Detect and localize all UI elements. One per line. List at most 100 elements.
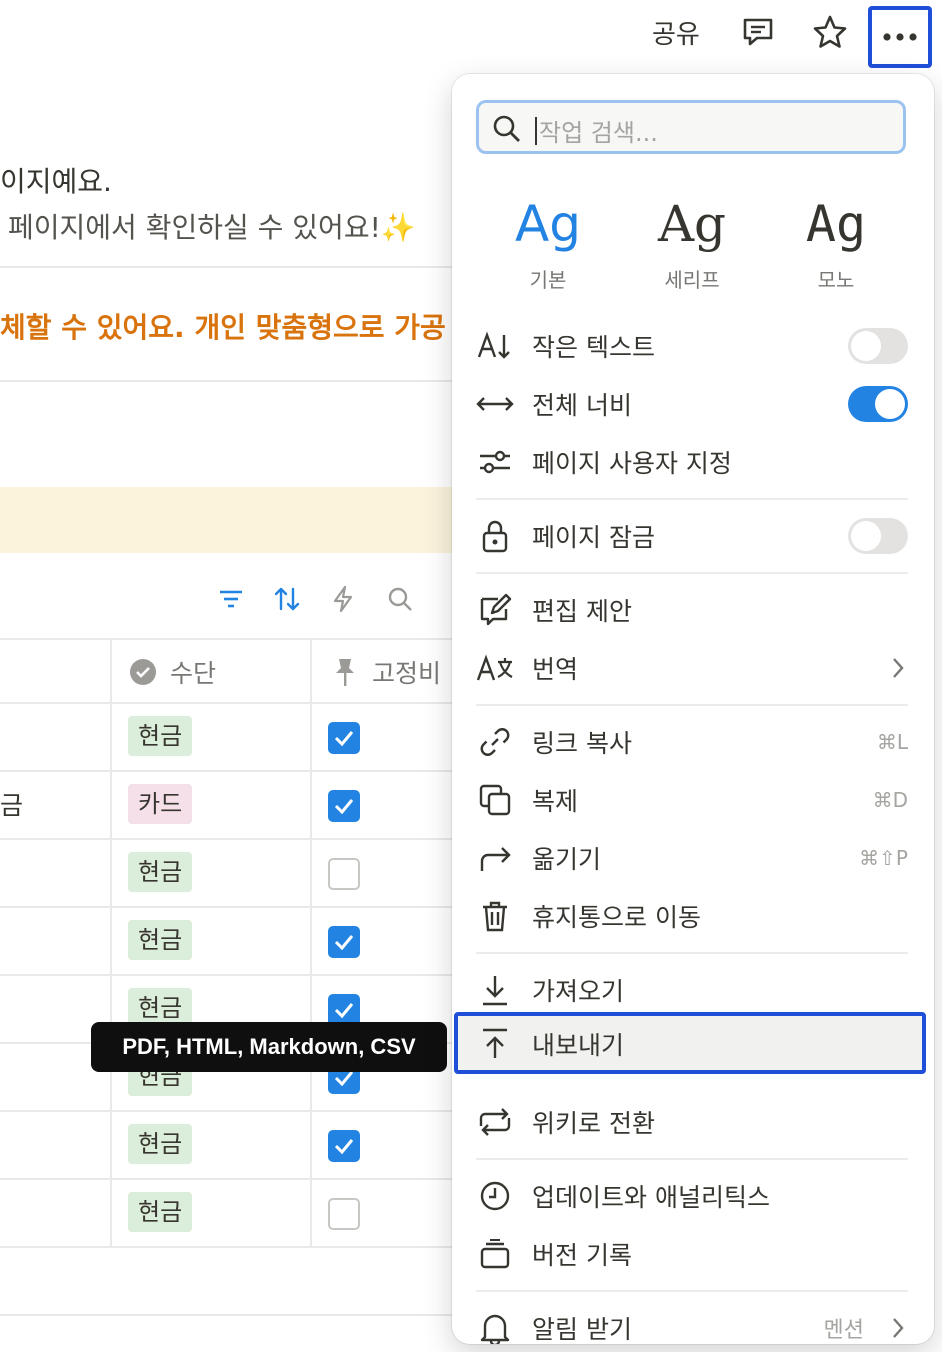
menu-divider [476,704,908,706]
clock-icon [476,1177,514,1215]
check-icon [334,1139,354,1155]
filter-icon[interactable] [214,582,248,616]
menu-divider [476,1158,908,1160]
move-arrow-icon [476,839,514,877]
method-tag[interactable]: 카드 [128,784,193,824]
search-icon[interactable] [383,582,417,616]
table-border [0,770,460,772]
table-cell: 금 [0,791,24,820]
font-option-default[interactable]: Ag 기본 [488,192,608,293]
menu-divider [476,952,908,954]
suggest-edit-icon [476,591,514,629]
menu-item-label: 링크 복사 [532,729,632,758]
duplicate-icon [476,781,514,819]
menu-item-turn-into-wiki[interactable]: 위키로 전환 [476,1096,908,1148]
check-icon [334,731,354,747]
method-tag[interactable]: 현금 [128,920,193,960]
divider [0,266,460,268]
menu-item-import[interactable]: 가져오기 [476,964,908,1016]
page-text-line: 페이지에서 확인하실 수 있어요!✨ [8,211,416,244]
column-header-method[interactable]: 수단 [128,654,216,690]
menu-item-label: 복제 [532,787,579,816]
font-option-serif[interactable]: Ag 세리프 [632,192,752,293]
menu-item-label: 페이지 잠금 [532,523,655,552]
star-icon[interactable] [810,12,850,52]
menu-divider [476,572,908,574]
lock-icon [476,517,514,555]
method-tag[interactable]: 현금 [128,1124,193,1164]
menu-item-copy-link[interactable]: 링크 복사 ⌘L [476,716,908,768]
full-width-toggle[interactable] [848,386,908,422]
status-icon [130,659,156,685]
menu-item-label: 번역 [532,655,579,684]
method-tag[interactable]: 현금 [128,716,193,756]
menu-divider [476,1290,908,1292]
menu-item-suggest-edits[interactable]: 편집 제안 [476,584,908,636]
export-tooltip: PDF, HTML, Markdown, CSV [91,1022,447,1072]
search-icon [493,115,520,142]
share-button[interactable]: 공유 [652,14,700,51]
fixed-checkbox[interactable] [328,858,360,890]
menu-item-label: 내보내기 [532,1031,625,1060]
comment-icon[interactable] [738,12,778,52]
fixed-checkbox[interactable] [328,1130,360,1162]
fixed-checkbox[interactable] [328,790,360,822]
table-border [0,1314,460,1316]
small-text-toggle[interactable] [848,328,908,364]
menu-item-move-to[interactable]: 옮기기 ⌘⇧P [476,832,908,884]
menu-item-label: 작은 텍스트 [532,333,655,362]
shortcut-label: ⌘D [872,788,908,812]
sort-icon[interactable] [270,582,304,616]
menu-item-duplicate[interactable]: 복제 ⌘D [476,774,908,826]
text-caret [535,117,537,145]
menu-item-notify-me[interactable]: 알림 받기 멘션 [476,1302,908,1344]
search-placeholder: 작업 검색... [539,119,658,147]
menu-item-label: 휴지통으로 이동 [532,903,701,932]
automation-icon[interactable] [326,582,360,616]
fixed-checkbox[interactable] [328,926,360,958]
pin-icon [336,659,354,686]
import-icon [476,971,514,1009]
menu-item-full-width[interactable]: 전체 너비 [476,378,908,430]
menu-item-translate[interactable]: 번역 [476,642,908,694]
menu-item-version-history[interactable]: 버전 기록 [476,1228,908,1280]
fixed-checkbox[interactable] [328,722,360,754]
table-border [0,638,460,640]
menu-item-label: 옮기기 [532,845,602,874]
table-border [0,1178,460,1180]
font-sample: Ag [805,195,867,253]
table-border [0,906,460,908]
method-tag[interactable]: 현금 [128,852,193,892]
table-border [0,838,460,840]
table-border [0,974,460,976]
check-icon [334,935,354,951]
column-header-fixed[interactable]: 고정비 [330,654,441,690]
column-header-label: 고정비 [372,659,442,688]
table-border [0,702,460,704]
method-tag[interactable]: 현금 [128,1192,193,1232]
version-history-icon [476,1235,514,1273]
menu-item-move-to-trash[interactable]: 휴지통으로 이동 [476,890,908,942]
action-search-input[interactable]: 작업 검색... [476,100,906,154]
font-option-mono[interactable]: Ag 모노 [776,192,896,293]
menu-item-export[interactable]: 내보내기 [476,1018,908,1070]
menu-item-lock-page[interactable]: 페이지 잠금 [476,510,908,562]
lock-page-toggle[interactable] [848,518,908,554]
menu-item-small-text[interactable]: 작은 텍스트 [476,320,908,372]
page-options-menu: 작업 검색... Ag 기본 Ag 세리프 Ag 모노 작은 텍스트 전체 너비… [452,74,934,1344]
page-text-line: 이지예요. [0,165,112,198]
check-icon [334,799,354,815]
menu-item-customize-page[interactable]: 페이지 사용자 지정 [476,436,908,488]
menu-item-label: 편집 제안 [532,597,632,626]
sliders-icon [476,443,514,481]
column-header-label: 수단 [170,659,217,688]
more-button[interactable] [868,6,932,68]
column-separator [110,638,112,1248]
font-label: 기본 [529,268,567,292]
menu-item-label: 위키로 전환 [532,1109,655,1138]
fixed-checkbox[interactable] [328,1198,360,1230]
menu-item-label: 가져오기 [532,977,625,1006]
export-icon [476,1025,514,1063]
chevron-right-icon [893,1318,904,1338]
menu-item-updates-analytics[interactable]: 업데이트와 애널리틱스 [476,1170,908,1222]
